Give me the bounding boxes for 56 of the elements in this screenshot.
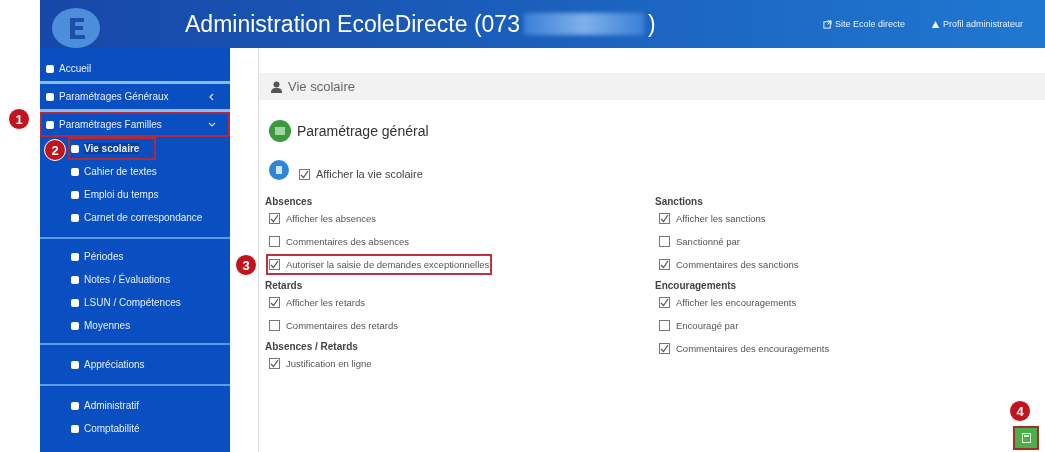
header-link[interactable]: Site Ecole directe bbox=[822, 19, 905, 29]
sidebar-item[interactable]: Paramétrages Généraux bbox=[40, 84, 230, 109]
header-link[interactable]: Profil administrateur bbox=[930, 19, 1023, 29]
group-title: Encouragements bbox=[655, 280, 738, 291]
checkbox-option[interactable]: Commentaires des absences bbox=[265, 230, 414, 253]
checkbox-option[interactable]: Afficher les retards bbox=[265, 291, 370, 314]
callout-badge: 1 bbox=[8, 108, 30, 130]
group-title: Retards bbox=[265, 280, 304, 291]
sidebar-item[interactable]: Périodes bbox=[40, 245, 230, 268]
checkbox-option[interactable]: Sanctionné par bbox=[655, 230, 744, 253]
sidebar-item[interactable]: Vie scolaire bbox=[68, 137, 156, 160]
floppy-icon bbox=[1021, 433, 1031, 443]
checkbox-option[interactable]: Afficher les encouragements bbox=[655, 291, 801, 314]
check-icon bbox=[660, 344, 669, 353]
sidebar-item[interactable]: Notes / Évaluations bbox=[40, 268, 230, 291]
sidebar-item[interactable]: Comptabilité bbox=[40, 417, 230, 440]
checkbox-option[interactable]: Afficher les sanctions bbox=[655, 207, 770, 230]
checkbox-option[interactable]: Commentaires des sanctions bbox=[655, 253, 803, 276]
sidebar-item[interactable]: Emploi du temps bbox=[40, 183, 230, 206]
checkbox-option[interactable]: Encouragé par bbox=[655, 314, 743, 337]
user-icon bbox=[930, 19, 940, 29]
checkbox-option[interactable]: Commentaires des retards bbox=[265, 314, 402, 337]
sidebar-item[interactable]: Carnet de correspondance bbox=[40, 206, 230, 229]
save-button[interactable] bbox=[1015, 428, 1037, 448]
sidebar-item[interactable]: Accueil bbox=[40, 56, 230, 81]
panel-heading: Vie scolaire bbox=[288, 79, 355, 94]
callout-badge: 3 bbox=[235, 254, 257, 276]
sidebar-item[interactable]: Administratif bbox=[40, 394, 230, 417]
sidebar-item[interactable]: Moyennes bbox=[40, 314, 230, 337]
logo-icon bbox=[50, 6, 102, 50]
checkbox-option[interactable]: Justification en ligne bbox=[265, 352, 376, 375]
check-icon bbox=[660, 214, 669, 223]
checkbox-option[interactable]: Afficher les absences bbox=[265, 207, 381, 230]
check-icon bbox=[270, 298, 279, 307]
check-icon bbox=[300, 169, 309, 179]
check-icon bbox=[270, 214, 279, 223]
check-icon bbox=[270, 260, 279, 269]
external-link-icon bbox=[822, 19, 832, 29]
checkbox-option[interactable]: Autoriser la saisie de demandes exceptionnelles bbox=[265, 253, 494, 276]
group-title: Absences / Retards bbox=[265, 341, 359, 352]
checkbox-option[interactable]: Afficher la vie scolaire bbox=[299, 168, 423, 180]
checkbox-option[interactable]: Commentaires des encouragements bbox=[655, 337, 834, 360]
group-title: Absences bbox=[265, 196, 314, 207]
check-icon bbox=[660, 260, 669, 269]
group-title: Sanctions bbox=[655, 196, 704, 207]
app-title: ) bbox=[647, 10, 656, 38]
app-title: Administration EcoleDirecte (073 bbox=[185, 10, 520, 38]
section-title: Paramétrage général bbox=[297, 123, 429, 139]
sidebar-item[interactable]: LSUN / Compétences bbox=[40, 291, 230, 314]
sidebar-item[interactable]: Cahier de textes bbox=[40, 160, 230, 183]
callout-badge: 4 bbox=[1009, 400, 1031, 422]
callout-badge: 2 bbox=[44, 139, 66, 161]
check-icon bbox=[660, 298, 669, 307]
sidebar-item[interactable]: Paramétrages Familles bbox=[40, 112, 230, 137]
sidebar-item[interactable]: Appréciations bbox=[40, 353, 230, 376]
check-icon bbox=[270, 359, 279, 368]
